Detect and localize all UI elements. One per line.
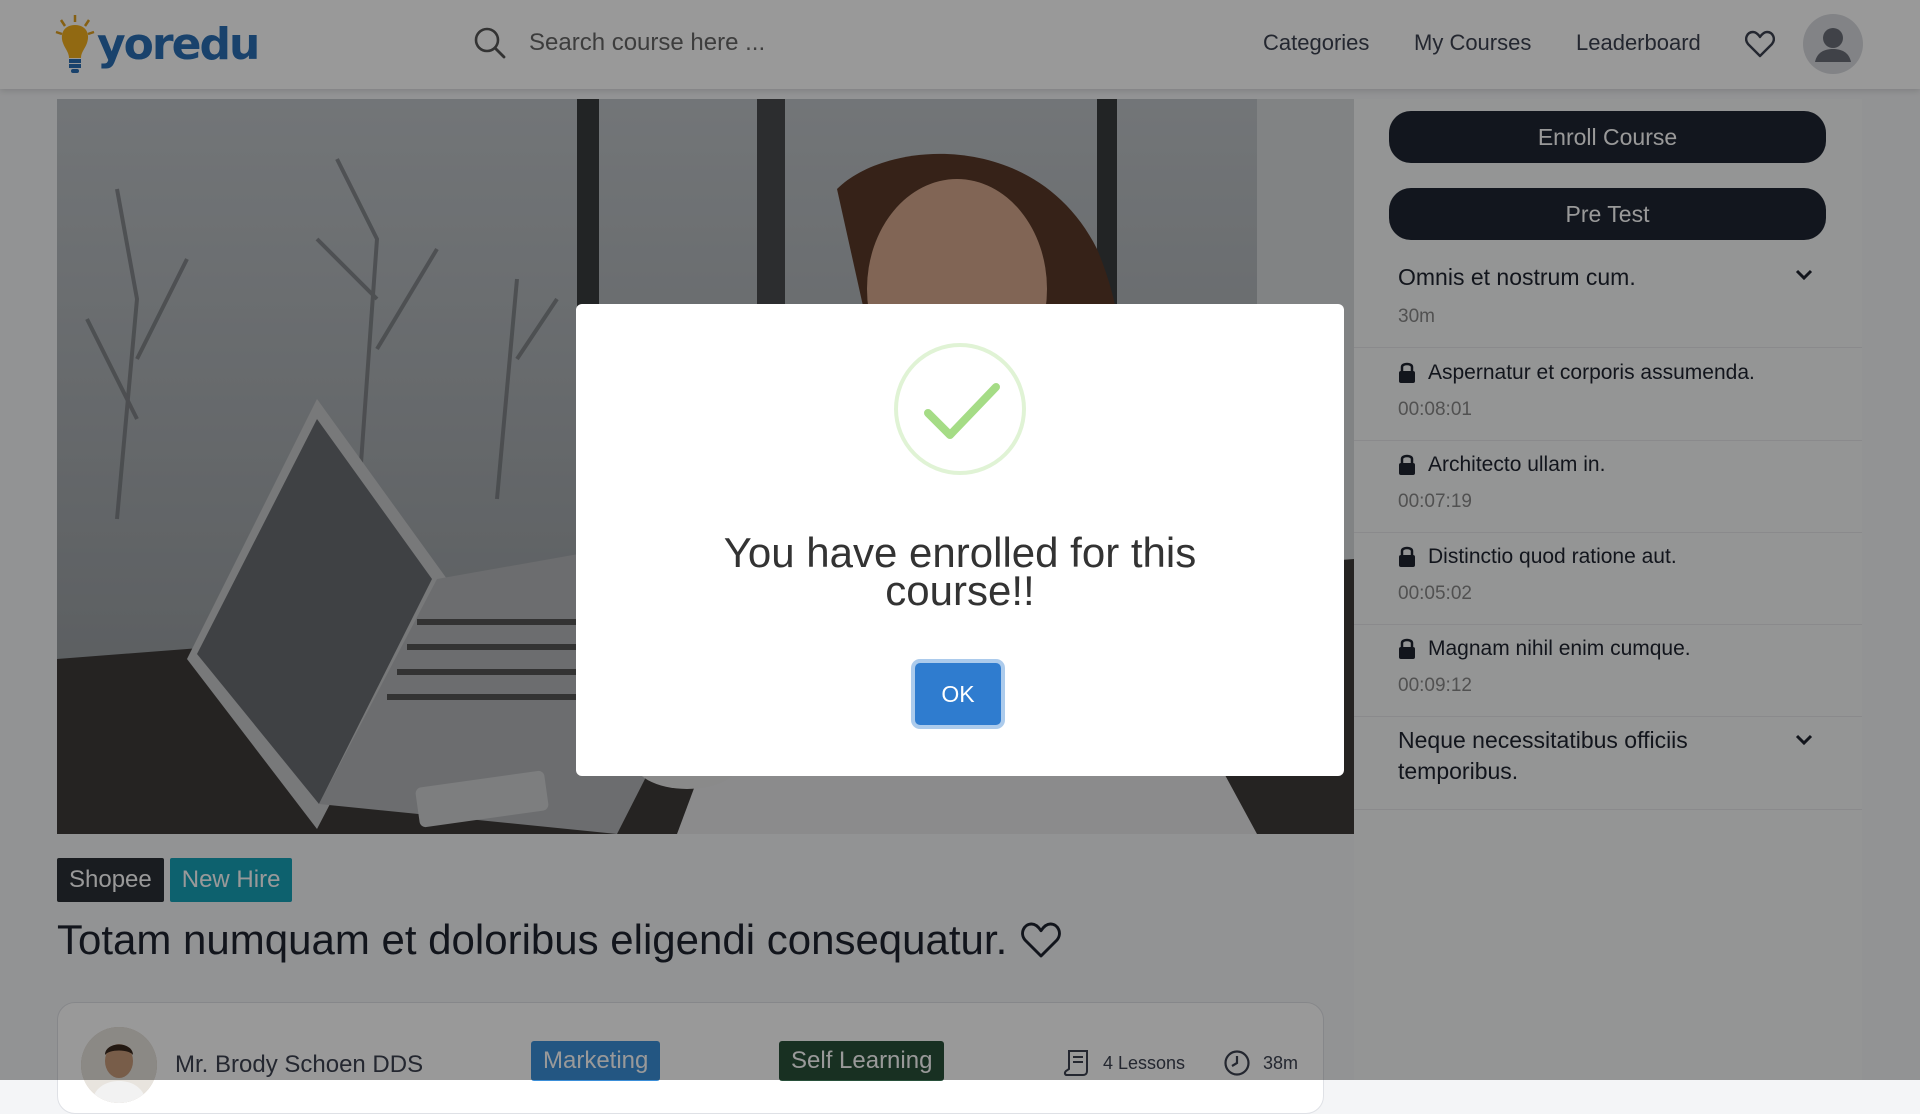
dialog-message: You have enrolled for this course!! bbox=[576, 532, 1344, 614]
checkmark-icon bbox=[924, 383, 1000, 439]
enroll-success-dialog: You have enrolled for this course!! OK bbox=[576, 304, 1344, 776]
dialog-message-line2: course!! bbox=[885, 567, 1035, 614]
ok-button[interactable]: OK bbox=[915, 663, 1001, 725]
success-check-icon bbox=[894, 343, 1026, 475]
